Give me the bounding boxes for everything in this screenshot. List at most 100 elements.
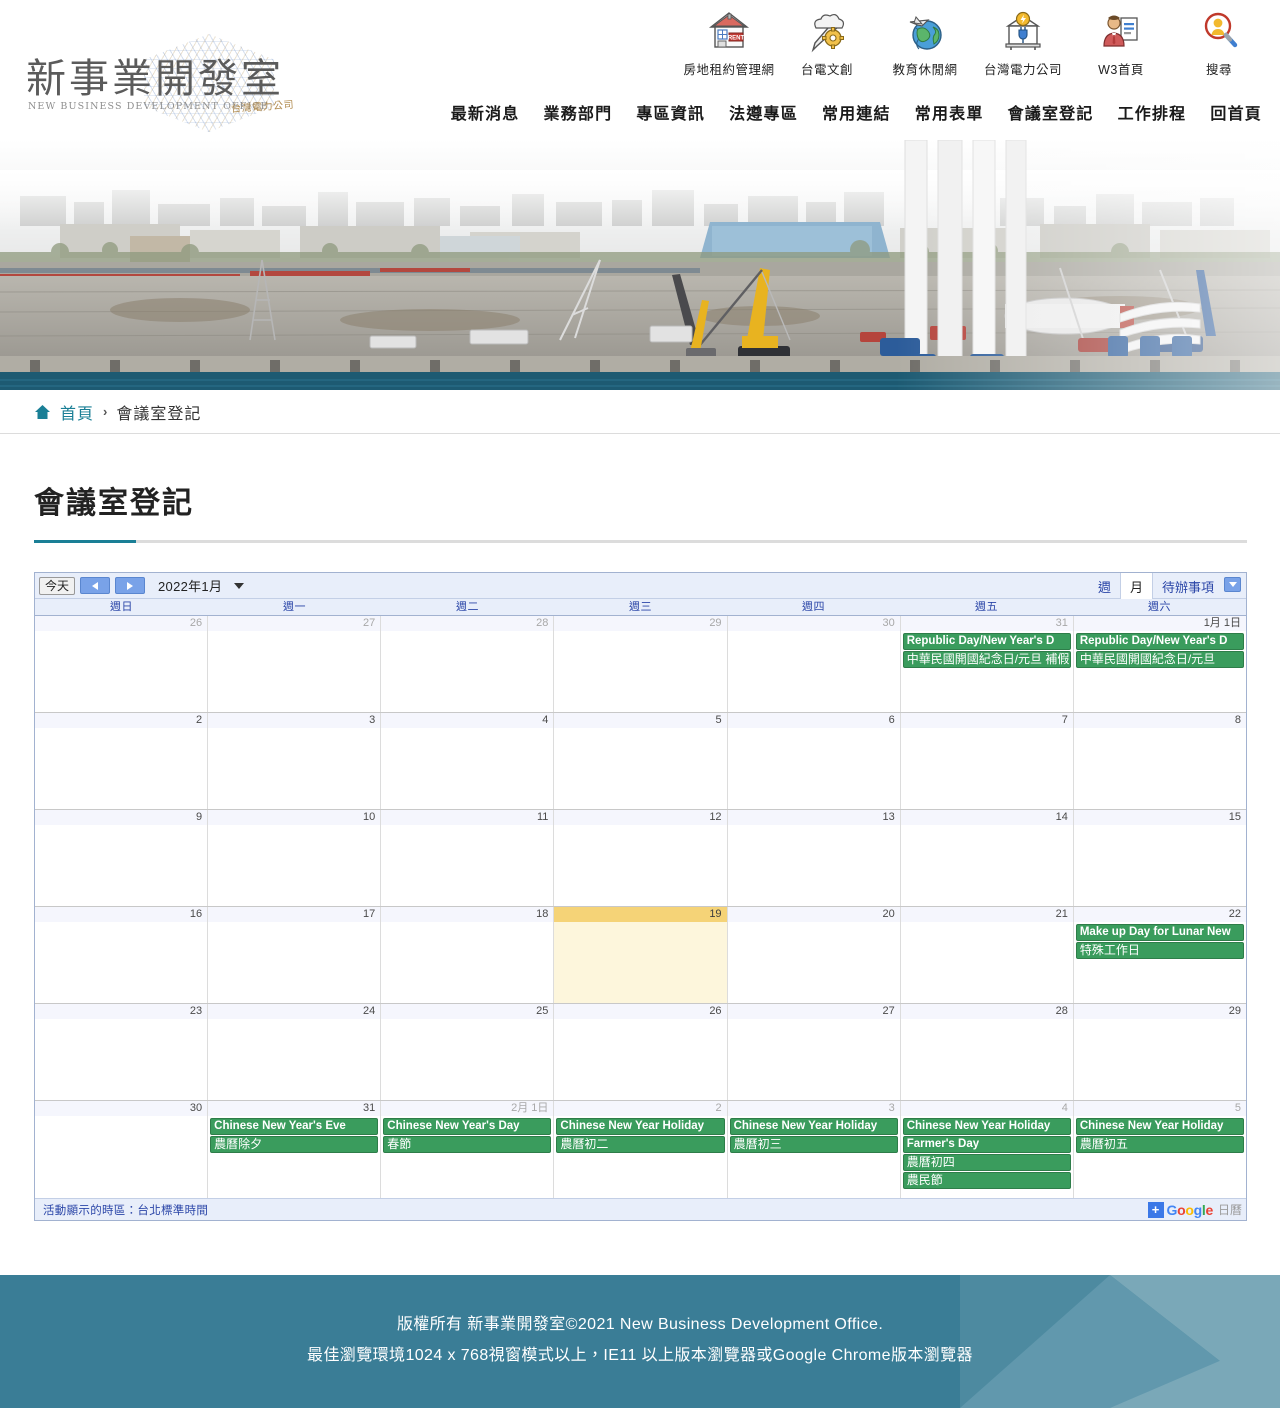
quicklink-w3-home[interactable]: W3首頁 [1072, 8, 1170, 78]
calendar-day-cell[interactable]: 26 [35, 616, 209, 712]
plus-icon: + [1147, 1201, 1164, 1218]
calendar-event[interactable]: 特殊工作日 [1075, 942, 1244, 959]
calendar-day-cell[interactable]: 27 [727, 1004, 901, 1100]
calendar-event[interactable]: Republic Day/New Year's D [902, 633, 1071, 650]
calendar-event[interactable]: Republic Day/New Year's D [1075, 633, 1244, 650]
calendar-day-cell[interactable]: 30 [35, 1101, 209, 1198]
day-number: 29 [554, 616, 727, 631]
calendar-day-cell[interactable]: 15 [1073, 810, 1246, 906]
calendar-day-cell[interactable]: 11 [381, 810, 555, 906]
calendar-event[interactable]: 農民節 [902, 1172, 1071, 1189]
power-plant-icon [1000, 8, 1046, 54]
quicklink-taipower-culture[interactable]: 台電文創 [778, 8, 876, 78]
calendar-event[interactable]: 農曆初二 [556, 1136, 725, 1153]
nav-item-work-schedule[interactable]: 工作排程 [1118, 100, 1187, 124]
calendar-day-cell[interactable]: 2月 1日 Chinese New Year's Day 春節 [381, 1101, 555, 1198]
add-to-google-calendar-button[interactable]: + Google 日曆 [1147, 1201, 1242, 1218]
calendar-day-cell[interactable]: 17 [208, 907, 382, 1003]
view-options-dropdown[interactable] [1224, 576, 1241, 592]
calendar-day-cell[interactable]: 10 [208, 810, 382, 906]
nav-item-news[interactable]: 最新消息 [451, 100, 520, 124]
calendar-event[interactable]: 農曆除夕 [210, 1136, 379, 1153]
quicklink-taipower[interactable]: 台灣電力公司 [974, 8, 1072, 78]
calendar-day-cell[interactable]: 26 [554, 1004, 728, 1100]
quicklink-education-leisure[interactable]: 教育休閒網 [876, 8, 974, 78]
dow-wednesday: 週三 [629, 601, 652, 613]
calendar-day-cell[interactable]: 20 [727, 907, 901, 1003]
calendar-day-cell[interactable]: 29 [554, 616, 728, 712]
calendar-day-cell[interactable]: 3 Chinese New Year Holiday 農曆初三 [727, 1101, 901, 1198]
calendar-event[interactable]: 農曆初五 [1075, 1136, 1244, 1153]
calendar-day-cell[interactable]: 27 [208, 616, 382, 712]
calendar-day-cell[interactable]: 6 [727, 713, 901, 809]
calendar-day-cell[interactable]: 28 [381, 616, 555, 712]
calendar-day-cell[interactable]: 23 [35, 1004, 209, 1100]
calendar-day-cell[interactable]: 16 [35, 907, 209, 1003]
quicklink-house-rent[interactable]: RENT 房地租約管理網 [680, 8, 778, 78]
calendar-day-cell[interactable]: 5 Chinese New Year Holiday 農曆初五 [1073, 1101, 1246, 1198]
nav-item-forms[interactable]: 常用表單 [915, 100, 984, 124]
calendar-day-cell[interactable]: 19 [554, 907, 728, 1003]
calendar-day-cell[interactable]: 13 [727, 810, 901, 906]
calendar-day-cell[interactable]: 4 [381, 713, 555, 809]
calendar-event[interactable]: Chinese New Year's Eve [210, 1118, 379, 1135]
calendar-day-cell[interactable]: 29 [1073, 1004, 1246, 1100]
calendar-day-cell[interactable]: 1月 1日 Republic Day/New Year's D 中華民國開國紀念日/… [1073, 616, 1246, 712]
nav-item-links[interactable]: 常用連結 [822, 100, 891, 124]
calendar-week-row: 23 24 25 26 27 28 29 [35, 1004, 1246, 1101]
calendar-event[interactable]: 春節 [383, 1136, 552, 1153]
calendar-day-cell[interactable]: 2 Chinese New Year Holiday 農曆初二 [554, 1101, 728, 1198]
calendar-day-cell[interactable]: 8 [1073, 713, 1246, 809]
nav-item-departments[interactable]: 業務部門 [544, 100, 613, 124]
day-of-week-header: 週日 週一 週二 週三 週四 週五 週六 [35, 599, 1246, 616]
dow-sunday: 週日 [110, 601, 133, 613]
today-button[interactable]: 今天 [39, 576, 76, 595]
view-tab-agenda[interactable]: 待辦事項 [1153, 573, 1223, 599]
calendar-event[interactable]: Make up Day for Lunar New [1075, 924, 1244, 941]
calendar-week-row: 9 10 11 12 13 14 15 [35, 810, 1246, 907]
breadcrumb-home-link[interactable]: 首頁 [60, 400, 94, 424]
quicklink-search[interactable]: 搜尋 [1170, 8, 1268, 78]
calendar-day-cell[interactable]: 24 [208, 1004, 382, 1100]
calendar-day-cell[interactable]: 12 [554, 810, 728, 906]
calendar-day-cell[interactable]: 3 [208, 713, 382, 809]
day-events: Chinese New Year Holiday Farmer's Day 農曆初四… [901, 1116, 1073, 1189]
calendar-event[interactable]: 農曆初三 [729, 1136, 898, 1153]
calendar-day-cell[interactable]: 31 Chinese New Year's Eve 農曆除夕 [208, 1101, 382, 1198]
calendar-day-cell[interactable]: 7 [900, 713, 1074, 809]
calendar-day-cell[interactable]: 21 [900, 907, 1074, 1003]
calendar-day-cell[interactable]: 22 Make up Day for Lunar New 特殊工作日 [1073, 907, 1246, 1003]
calendar-day-cell[interactable]: 31 Republic Day/New Year's D 中華民國開國紀念日/元旦 … [900, 616, 1074, 712]
calendar-event[interactable]: 農曆初四 [902, 1154, 1071, 1171]
calendar-event[interactable]: Chinese New Year Holiday [902, 1118, 1071, 1135]
calendar-event[interactable]: Chinese New Year Holiday [1075, 1118, 1244, 1135]
nav-item-home[interactable]: 回首頁 [1210, 100, 1262, 124]
calendar-day-cell[interactable]: 5 [554, 713, 728, 809]
calendar-event[interactable]: Chinese New Year Holiday [556, 1118, 725, 1135]
calendar-event[interactable]: 中華民國開國紀念日/元旦 [1075, 651, 1244, 668]
calendar-day-cell[interactable]: 2 [35, 713, 209, 809]
calendar-day-cell[interactable]: 30 [727, 616, 901, 712]
calendar-event[interactable]: Chinese New Year's Day [383, 1118, 552, 1135]
nav-item-compliance[interactable]: 法遵專區 [729, 100, 798, 124]
nav-item-zone-info[interactable]: 專區資訊 [636, 100, 705, 124]
day-events [554, 631, 726, 633]
calendar-event[interactable]: 中華民國開國紀念日/元旦 補假 [902, 651, 1071, 668]
calendar-day-cell[interactable]: 25 [381, 1004, 555, 1100]
view-tab-week[interactable]: 週 [1089, 573, 1120, 599]
calendar-day-cell[interactable]: 4 Chinese New Year Holiday Farmer's Day 農曆初… [900, 1101, 1074, 1198]
prev-month-button[interactable] [80, 577, 111, 594]
day-events: Chinese New Year's Eve 農曆除夕 [208, 1116, 380, 1153]
calendar-day-cell[interactable]: 14 [900, 810, 1074, 906]
day-number: 8 [1073, 713, 1246, 728]
view-tab-month[interactable]: 月 [1119, 572, 1153, 599]
calendar-day-cell[interactable]: 18 [381, 907, 555, 1003]
calendar-day-cell[interactable]: 28 [900, 1004, 1074, 1100]
calendar-event[interactable]: Farmer's Day [902, 1136, 1071, 1153]
nav-item-meeting-room[interactable]: 會議室登記 [1008, 100, 1094, 124]
site-logo[interactable]: 新事業開發室 NEW BUSINESS DEVELOPMENT OFFICE 台… [26, 34, 294, 132]
next-month-button[interactable] [115, 577, 146, 594]
chevron-down-icon[interactable] [234, 582, 245, 589]
calendar-event[interactable]: Chinese New Year Holiday [729, 1118, 898, 1135]
calendar-day-cell[interactable]: 9 [35, 810, 209, 906]
